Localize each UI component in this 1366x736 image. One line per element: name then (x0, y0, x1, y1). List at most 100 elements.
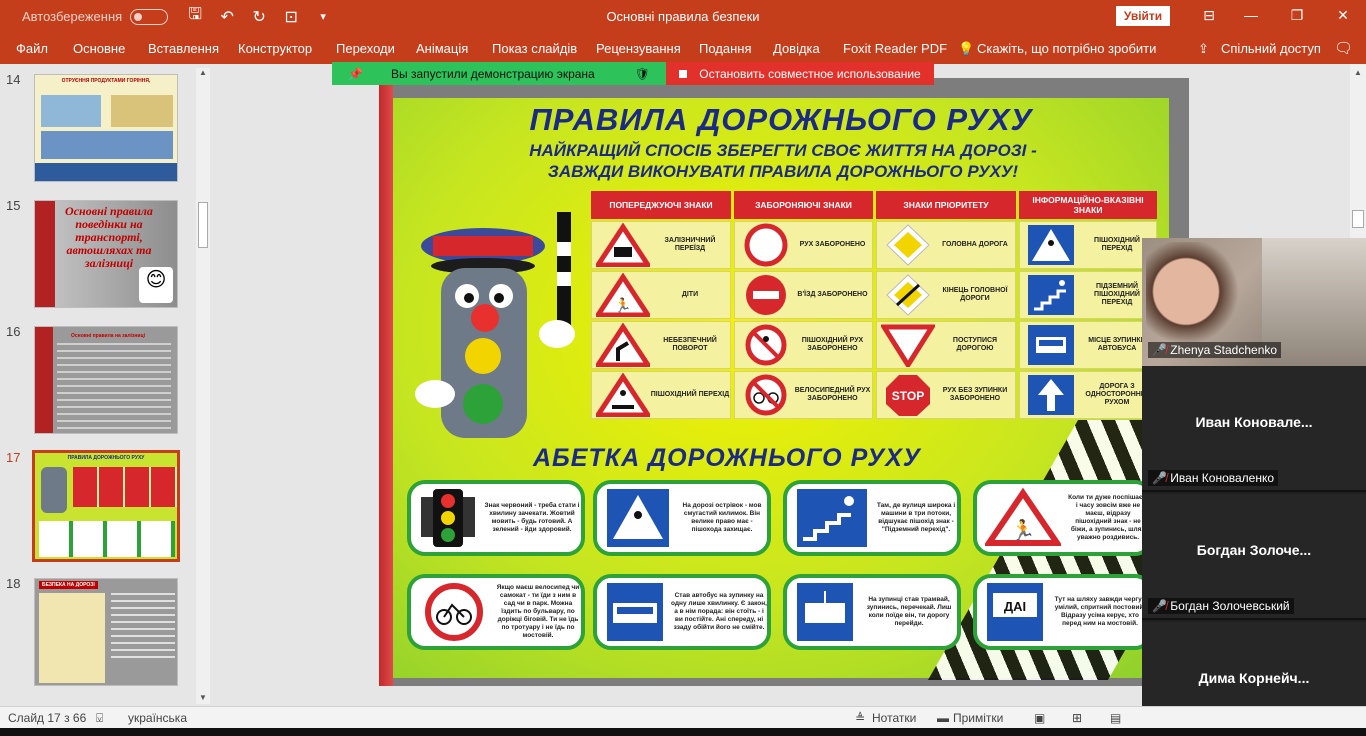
participant-tile[interactable]: Богдан Золоче... 🎤̸ Богдан Золочевський (1142, 494, 1366, 620)
tab-view[interactable]: Подання (699, 41, 752, 56)
participant-caption: Иван Коноваленко (1170, 471, 1275, 485)
card-text: На дорозі острівок - мов смугастий килим… (682, 502, 762, 533)
slide-thumbnail-17[interactable]: ПРАВИЛА ДОРОЖНЬОГО РУХУ (32, 450, 180, 562)
slide-thumbnail-15[interactable]: Основні правила поведінки на транспорті,… (34, 200, 178, 308)
tab-foxit[interactable]: Foxit Reader PDF (843, 41, 947, 56)
participant-name: 🎤̸ Иван Коноваленко (1148, 470, 1279, 486)
notes-icon: ≜ (855, 711, 866, 725)
slide-thumbnail-pane: 14 ОТРУЄННЯ ПРОДУКТАМИ ГОРІННЯ, 15 Основ… (0, 64, 214, 706)
column-header: ІНФОРМАЦІЙНО-ВКАЗІВНІ ЗНАКИ (1019, 191, 1157, 219)
subtitle-line: ЗАВЖДИ ВИКОНУВАТИ ПРАВИЛА ДОРОЖНЬОГО РУХ… (547, 162, 1019, 181)
tab-insert[interactable]: Вставлення (148, 41, 219, 56)
thumb-title: ОТРУЄННЯ ПРОДУКТАМИ ГОРІННЯ, (61, 78, 151, 84)
slide-thumbnail-18[interactable]: БЕЗПЕКА НА ДОРОЗІ (34, 578, 178, 686)
traffic-light-mascot (415, 212, 575, 438)
no-entry-sign-icon (746, 275, 786, 315)
sign-label: ГОЛОВНА ДОРОГА (942, 241, 1008, 248)
close-button[interactable]: ✕ (1320, 0, 1366, 33)
comments-icon[interactable]: 🗨 (1334, 39, 1353, 57)
participant-name: 🎤̸ Zhenya Stadchenko (1148, 342, 1282, 358)
sign-cell: МІСЦЕ ЗУПИНКИ АВТОБУСА (1019, 321, 1157, 369)
bus-stop-icon (607, 583, 663, 641)
sign-cell: КІНЕЦЬ ГОЛОВНОЇ ДОРОГИ (876, 271, 1016, 319)
svg-text:🏃: 🏃 (614, 297, 631, 313)
comments-button[interactable]: Примітки (953, 711, 1003, 725)
tab-animations[interactable]: Анімація (416, 41, 468, 56)
card-text: Там, де вулиця широка і машини в три пот… (876, 502, 956, 533)
participant-caption: Zhenya Stadchenko (1170, 343, 1278, 357)
tab-file[interactable]: Файл (16, 41, 48, 56)
autosave-toggle[interactable] (130, 8, 169, 25)
yield-sign-icon (881, 324, 935, 367)
slide-number: 15 (6, 198, 21, 213)
lightbulb-icon: 💡 (958, 41, 975, 56)
underground-passage-icon (797, 489, 867, 547)
tell-me-search[interactable]: Скажіть, що потрібно зробити (977, 41, 1156, 56)
tab-review[interactable]: Рецензування (596, 41, 681, 56)
card-text: Якщо маєш велосипед чи самокат - ти їди … (496, 584, 580, 639)
dai-text: ДАІ (1004, 599, 1026, 614)
children-sign-icon: 🏃 (596, 273, 650, 317)
participant-tile[interactable]: 🎤̸ Zhenya Stadchenko (1142, 238, 1366, 366)
sign-label: ПІШОХІДНИЙ РУХ ЗАБОРОНЕНО (801, 337, 864, 352)
no-traffic-sign-icon (744, 223, 788, 267)
sign-cell: ПОСТУПИСЯ ДОРОГОЮ (876, 321, 1016, 369)
participant-display-name: Дима Корнейч... (1198, 670, 1310, 686)
accessibility-icon[interactable]: ⍌ (96, 711, 103, 726)
sign-cell: НЕБЕЗПЕЧНИЙ ПОВОРОТ (591, 321, 731, 369)
sign-in-button[interactable]: Увійти (1116, 6, 1170, 26)
tab-slideshow[interactable]: Показ слайдів (492, 41, 577, 56)
slide-thumbnail-14[interactable]: ОТРУЄННЯ ПРОДУКТАМИ ГОРІННЯ, (34, 74, 178, 182)
autosave-control[interactable]: Автозбереження (22, 8, 169, 25)
tab-home[interactable]: Основне (73, 41, 125, 56)
underground-crossing-sign-icon (1028, 275, 1074, 315)
language-indicator[interactable]: українська (128, 711, 187, 725)
pedestrian-crossing-warning-icon (596, 373, 650, 417)
restore-button[interactable]: ❐ (1274, 0, 1320, 33)
card-text: На зупинці став трамвай, зупинись, переч… (866, 596, 952, 627)
stop-sharing-button[interactable]: Остановить совместное использование (666, 62, 934, 85)
reading-view-icon[interactable]: ▤ (1110, 711, 1121, 725)
participant-tile[interactable]: Иван Коновале... 🎤̸ Иван Коноваленко (1142, 366, 1366, 492)
minimize-button[interactable]: — (1228, 0, 1274, 33)
pin-icon[interactable]: 📌 (348, 67, 363, 81)
tab-help[interactable]: Довідка (773, 41, 820, 56)
stop-sign-icon: STOP (886, 375, 930, 416)
tab-design[interactable]: Конструктор (238, 41, 312, 56)
traffic-police-sign-icon: ДАІ (987, 583, 1043, 641)
abetka-title: АБЕТКА ДОРОЖНЬОГО РУХУ (533, 444, 921, 472)
undo-icon[interactable]: ↶ (218, 7, 236, 27)
scroll-up-icon[interactable]: ▲ (1350, 68, 1366, 77)
stop-sign-text: STOP (892, 389, 924, 403)
tab-transitions[interactable]: Переходи (336, 41, 395, 56)
dangerous-turn-sign-icon (596, 323, 650, 367)
current-slide[interactable]: ПРАВИЛА ДОРОЖНЬОГО РУХУ НАЙКРАЩИЙ СПОСІБ… (379, 78, 1189, 686)
normal-view-icon[interactable]: ▣ (1034, 711, 1045, 725)
stop-sharing-label: Остановить совместное использование (699, 66, 921, 81)
shield-icon: 🛡 (634, 66, 650, 81)
sign-label: КІНЕЦЬ ГОЛОВНОЇ ДОРОГИ (942, 287, 1008, 302)
save-icon[interactable]: 🖫 (186, 3, 204, 30)
redo-icon[interactable]: ↻ (250, 7, 268, 27)
customize-toolbar-icon[interactable]: ▾ (314, 10, 332, 23)
scrollbar-thumb[interactable] (198, 202, 208, 248)
main-road-sign-icon (886, 224, 930, 266)
scroll-up-icon[interactable]: ▲ (196, 68, 210, 77)
slide-sorter-icon[interactable]: ⊞ (1072, 711, 1082, 725)
autosave-label: Автозбереження (22, 9, 123, 24)
thumbnail-scrollbar[interactable]: ▲ ▼ (196, 68, 210, 704)
scroll-down-icon[interactable]: ▼ (196, 693, 210, 702)
slide-number: 16 (6, 324, 21, 339)
share-button[interactable]: Спільний доступ (1221, 41, 1321, 56)
card-text: Став автобус на зупинку на одну лише хви… (671, 592, 767, 631)
ribbon-display-icon[interactable]: ⊟ (1186, 0, 1232, 33)
present-icon[interactable]: ⊡ (282, 7, 300, 27)
notes-button[interactable]: Нотатки (872, 711, 916, 725)
column-header: ЗНАКИ ПРІОРИТЕТУ (876, 191, 1016, 219)
column-header: ЗАБОРОНЯЮЧІ ЗНАКИ (734, 191, 873, 219)
sign-cell: 🏃 ДІТИ (591, 271, 731, 319)
scrollbar-thumb[interactable] (1352, 210, 1364, 228)
slide-thumbnail-16[interactable]: Основні правила на залізниці (34, 326, 178, 434)
sign-label: ПІШОХІДНИЙ ПЕРЕХІД (650, 391, 730, 398)
pedestrian-crossing-sign-icon (1028, 225, 1074, 265)
